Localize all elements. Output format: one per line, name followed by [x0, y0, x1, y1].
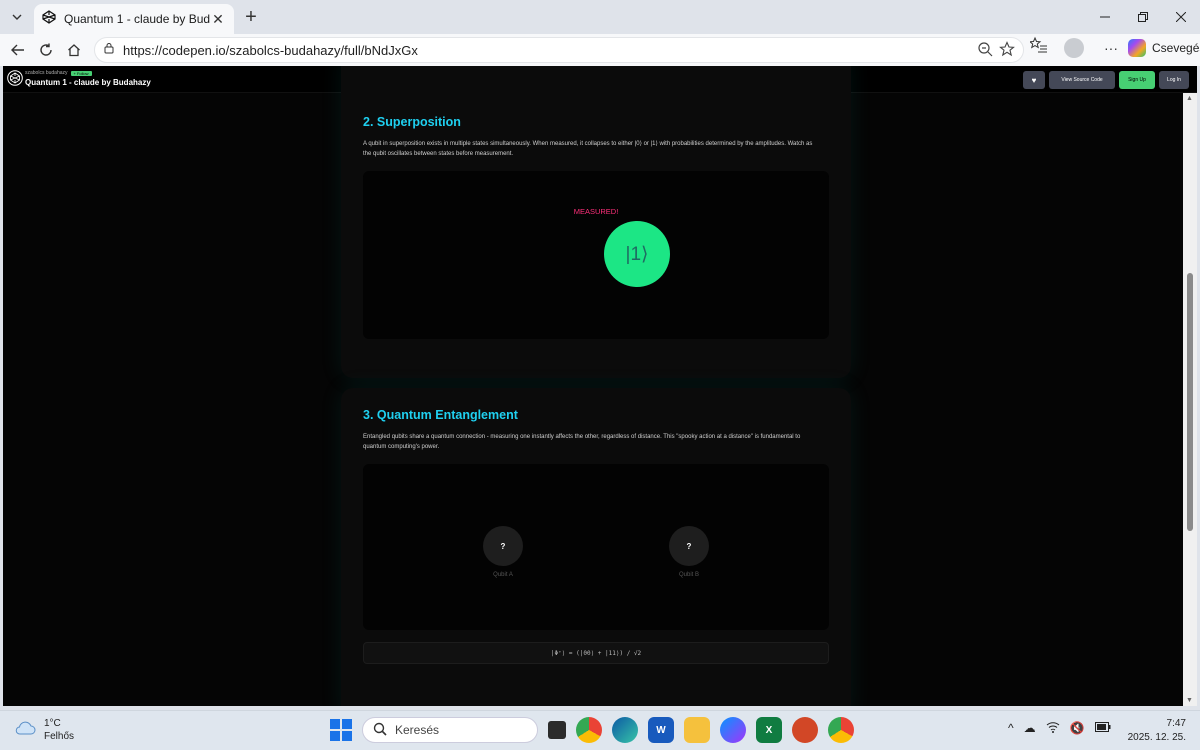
entanglement-description: Entangled qubits share a quantum connect… [363, 434, 801, 450]
clock-time: 7:47 [1166, 718, 1186, 729]
qubit-a[interactable]: ? [483, 526, 523, 566]
pen-output: 2. Superposition A qubit in superpositio… [3, 66, 1183, 706]
log-in-button[interactable]: Log In [1159, 71, 1189, 89]
superposition-demo[interactable]: MEASURED! |1⟩ [363, 171, 829, 339]
superposition-description: A qubit in superposition exists in multi… [363, 141, 813, 157]
temperature: 1°C [44, 718, 61, 729]
battery-icon[interactable] [1094, 721, 1111, 736]
codepen-actions: ♥ View Source Code Sign Up Log In [1023, 71, 1189, 89]
favorites-list-icon[interactable] [1028, 36, 1048, 59]
chrome-icon[interactable] [828, 717, 854, 743]
codepen-favicon-icon [42, 9, 56, 29]
address-bar-actions [977, 41, 1015, 62]
browser-tab-active[interactable]: Quantum 1 - claude by Budahazy ✕ [34, 4, 234, 34]
qubit-b[interactable]: ? [669, 526, 709, 566]
copilot-logo-icon [1128, 38, 1146, 57]
excel-icon[interactable]: X [756, 717, 782, 743]
zoom-icon[interactable] [977, 41, 993, 62]
entanglement-demo: ? Qubit A ? Qubit B [363, 464, 829, 630]
word-icon[interactable]: W [648, 717, 674, 743]
minimize-icon[interactable] [1086, 0, 1124, 34]
author-name[interactable]: szabolcs budahazy [25, 70, 68, 76]
heart-button[interactable]: ♥ [1023, 71, 1045, 89]
copilot-label: Csevegés [1152, 40, 1200, 55]
codepen-logo-icon[interactable] [7, 70, 23, 86]
bell-state-formula: |Φ⁺⟩ = (|00⟩ + |11⟩) / √2 [363, 642, 829, 664]
window-controls [1086, 0, 1200, 34]
back-arrow-icon[interactable] [4, 36, 32, 64]
superposition-qubit[interactable]: |1⟩ [604, 221, 670, 287]
wifi-icon[interactable] [1046, 721, 1060, 736]
browser-tabstrip: Quantum 1 - claude by Budahazy ✕ + [0, 0, 1200, 34]
tab-list-chevron-icon[interactable] [6, 6, 28, 28]
tab-close-icon[interactable]: ✕ [210, 11, 226, 28]
profile-avatar[interactable] [1064, 37, 1084, 58]
follow-button[interactable]: + Follow [70, 70, 92, 76]
qubit-b-label: Qubit B [678, 572, 699, 578]
browser-viewport: szabolcs budahazy + Follow Quantum 1 - c… [3, 66, 1197, 706]
windows-taskbar: 1°C Felhős Keresés W X ^ ☁ 🔇 7:47 2025. … [0, 710, 1200, 750]
copilot-button[interactable]: Csevegés [1128, 38, 1200, 57]
taskbar-apps: Keresés W X [330, 717, 854, 743]
scroll-thumb[interactable] [1187, 273, 1193, 531]
lock-icon [103, 41, 115, 59]
superposition-title: 2. Superposition [363, 115, 461, 129]
pen-title: Quantum 1 - claude by Budahazy [25, 78, 151, 87]
measurement-status: MEASURED! [573, 207, 619, 216]
cloud-icon [14, 720, 36, 741]
view-source-button[interactable]: View Source Code [1049, 71, 1115, 89]
weather-condition: Felhős [44, 731, 75, 742]
toolbar-right: ··· Csevegés [1028, 36, 1200, 59]
address-bar[interactable]: https://codepen.io/szabolcs-budahazy/ful… [94, 37, 1024, 63]
taskbar-search[interactable]: Keresés [362, 717, 538, 743]
close-window-icon[interactable] [1162, 0, 1200, 34]
pen-author: szabolcs budahazy + Follow [25, 70, 92, 76]
clock-date: 2025. 12. 25. [1127, 732, 1186, 743]
weather-widget[interactable]: 1°C Felhős [14, 717, 74, 743]
onedrive-icon[interactable]: ☁ [1024, 721, 1036, 736]
chrome-profile-icon[interactable] [576, 717, 602, 743]
edge-icon[interactable] [612, 717, 638, 743]
messenger-icon[interactable] [720, 717, 746, 743]
scroll-down-icon[interactable]: ▼ [1186, 697, 1193, 704]
tab-title: Quantum 1 - claude by Budahazy [64, 12, 210, 26]
pdf-reader-icon[interactable] [792, 717, 818, 743]
superposition-section: 2. Superposition A qubit in superpositio… [341, 66, 851, 378]
browser-toolbar: https://codepen.io/szabolcs-budahazy/ful… [0, 34, 1200, 66]
qubit-a-label: Qubit A [493, 572, 513, 578]
sign-up-button[interactable]: Sign Up [1119, 71, 1155, 89]
file-explorer-icon[interactable] [684, 717, 710, 743]
scroll-up-icon[interactable]: ▲ [1186, 95, 1193, 102]
tray-chevron-up-icon[interactable]: ^ [1008, 721, 1014, 736]
windows-start-icon[interactable] [330, 719, 352, 741]
search-icon [373, 722, 387, 739]
refresh-icon[interactable] [32, 36, 60, 64]
entanglement-section: 3. Quantum Entanglement Entangled qubits… [341, 388, 851, 706]
page-scrollbar[interactable]: ▲ ▼ [1183, 93, 1197, 706]
more-menu-button[interactable]: ··· [1104, 40, 1118, 56]
system-clock[interactable]: 7:47 2025. 12. 25. [1128, 717, 1186, 745]
new-tab-button[interactable]: + [240, 6, 262, 28]
restore-icon[interactable] [1124, 0, 1162, 34]
volume-muted-icon[interactable]: 🔇 [1070, 721, 1085, 736]
task-view-icon[interactable] [548, 721, 566, 739]
search-placeholder: Keresés [395, 723, 440, 737]
url-text: https://codepen.io/szabolcs-budahazy/ful… [123, 42, 418, 58]
entanglement-title: 3. Quantum Entanglement [363, 408, 518, 422]
favorite-star-icon[interactable] [999, 41, 1015, 62]
system-tray: ^ ☁ 🔇 [1008, 721, 1111, 736]
home-icon[interactable] [60, 36, 88, 64]
